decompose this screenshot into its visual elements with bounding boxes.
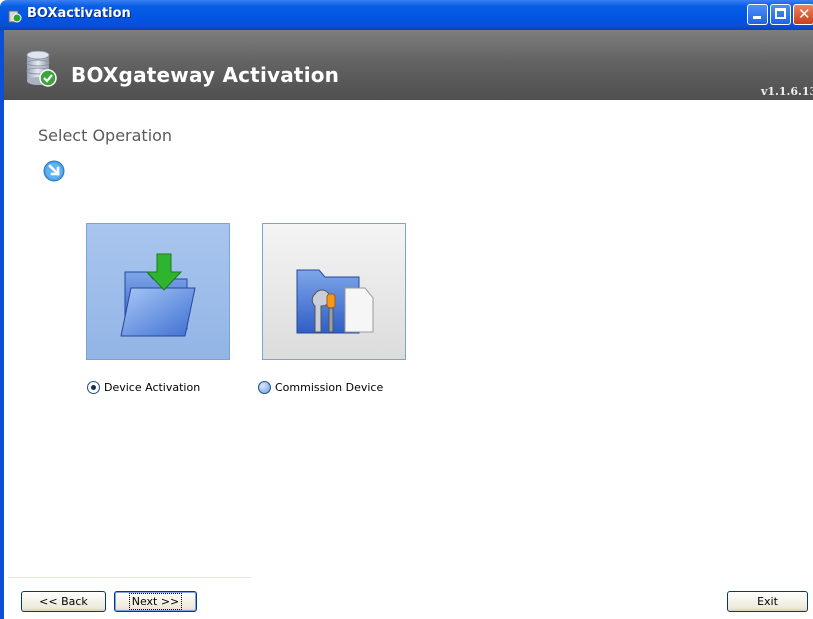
version-label: v1.1.6.13 [761, 85, 813, 98]
next-button[interactable]: Next >> [114, 591, 197, 612]
commission-device-option[interactable]: Commission Device [258, 378, 383, 396]
section-title: Select Operation [38, 126, 173, 145]
close-icon: ✕ [798, 5, 811, 23]
device-activation-radio[interactable] [87, 380, 100, 394]
device-activation-label: Device Activation [104, 380, 201, 394]
close-button[interactable]: ✕ [793, 4, 813, 25]
app-icon [8, 10, 22, 23]
exit-button-label: Exit [757, 595, 778, 608]
window-border-left [0, 30, 4, 619]
maximize-icon [775, 8, 786, 19]
exit-button[interactable]: Exit [727, 591, 808, 612]
arrow-down-right-icon [43, 160, 65, 182]
commission-device-radio[interactable] [258, 380, 271, 394]
next-button-label: Next >> [128, 593, 183, 610]
commission-device-label: Commission Device [275, 380, 384, 394]
window-title: BOXactivation [27, 6, 131, 21]
maximize-button[interactable] [770, 4, 791, 25]
footer-divider [8, 577, 251, 578]
database-check-icon [26, 51, 57, 87]
device-activation-option[interactable]: Device Activation [87, 378, 200, 396]
device-activation-tile[interactable] [86, 223, 230, 360]
minimize-button[interactable] [747, 4, 768, 25]
minimize-icon [753, 16, 761, 19]
back-button[interactable]: << Back [21, 591, 106, 612]
folder-download-icon [120, 253, 196, 337]
window-titlebar[interactable]: BOXactivation ✕ [0, 0, 813, 30]
folder-tools-icon [296, 269, 374, 334]
back-button-label: << Back [39, 595, 88, 608]
header-title: BOXgateway Activation [71, 63, 340, 87]
header-banner: BOXgateway Activation v1.1.6.13 [4, 30, 813, 100]
commission-device-tile[interactable] [262, 223, 406, 360]
